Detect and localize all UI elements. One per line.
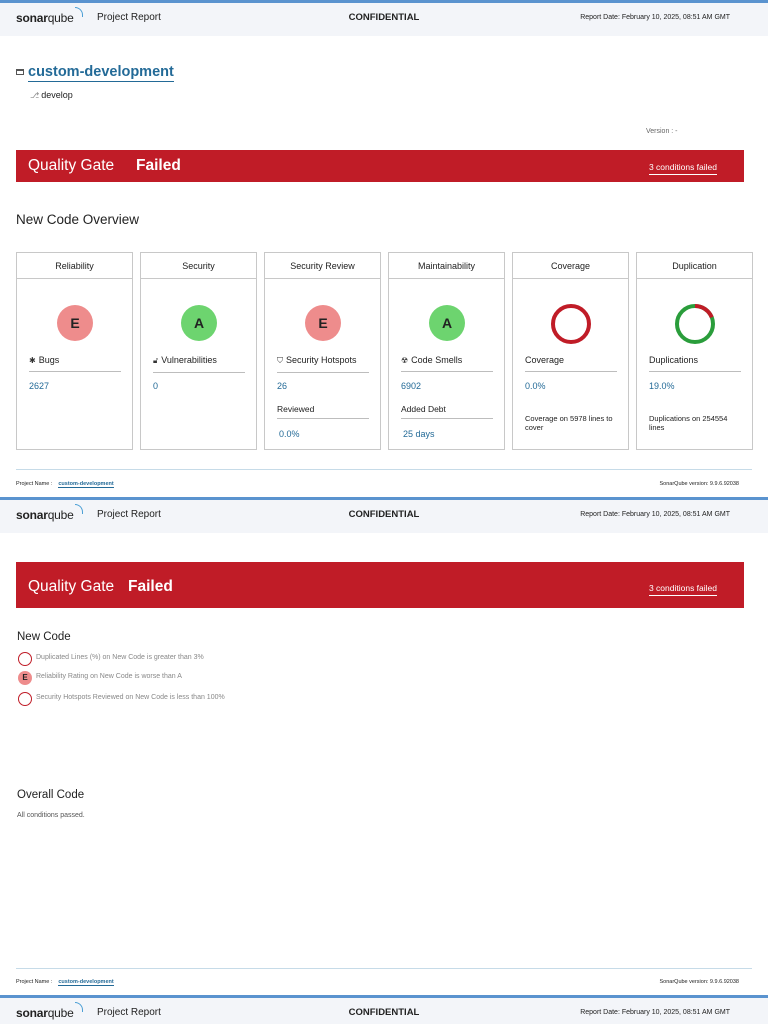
footer-version: SonarQube version: 9.9.6.92038 — [659, 979, 739, 985]
branch-name: ⎇ develop — [30, 90, 73, 100]
quality-gate-banner: Quality Gate Failed 3 conditions failed — [16, 562, 744, 608]
failed-ring-icon — [18, 652, 32, 666]
reviewed-label: Reviewed — [277, 404, 369, 419]
project-icon — [16, 69, 24, 75]
lock-icon: 🔓︎ — [153, 356, 159, 365]
duplications-value[interactable]: 19.0% — [649, 381, 675, 391]
branch-icon: ⎇ — [30, 91, 40, 100]
footer-project: Project Name : custom-development — [16, 979, 114, 986]
footer-project: Project Name : custom-development — [16, 481, 114, 488]
report-date: Report Date: February 10, 2025, 08:51 AM… — [580, 1009, 730, 1016]
shield-icon: ⛉ — [277, 356, 283, 365]
footer-project-link[interactable]: custom-development — [58, 481, 114, 488]
security-review-card: Security Review E ⛉ Security Hotspots 26 … — [264, 252, 381, 450]
coverage-remaining-arc — [551, 304, 591, 344]
maintainability-card: Maintainability A ☢︎ Code Smells 6902 Add… — [388, 252, 505, 450]
vulnerabilities-value[interactable]: 0 — [153, 381, 158, 391]
overall-code-status: All conditions passed. — [17, 812, 85, 819]
coverage-value[interactable]: 0.0% — [525, 381, 546, 391]
code-smells-value[interactable]: 6902 — [401, 381, 421, 391]
new-code-title: New Code — [17, 631, 71, 643]
report-header: sonarqube Project Report CONFIDENTIAL Re… — [0, 998, 768, 1024]
new-code-overview-title: New Code Overview — [16, 212, 140, 227]
metric-label: ✱ Bugs — [29, 355, 121, 372]
metric-label: ⛉ Security Hotspots — [277, 355, 369, 373]
condition-text: Reliability Rating on New Code is worse … — [36, 673, 182, 680]
duplication-note: Duplications on 254554 lines — [649, 414, 728, 432]
footer-rule — [16, 968, 752, 969]
hotspots-value[interactable]: 26 — [277, 381, 287, 391]
bug-icon: ✱ — [29, 356, 36, 365]
rating-badge: E — [305, 305, 341, 341]
condition-text: Duplicated Lines (%) on New Code is grea… — [36, 654, 204, 661]
rating-badge: A — [429, 305, 465, 341]
version-label: Version : - — [646, 128, 678, 135]
quality-gate-label: Quality Gate — [28, 578, 115, 595]
card-title: Coverage — [513, 253, 628, 279]
failed-ring-icon — [18, 692, 32, 706]
report-date: Report Date: February 10, 2025, 08:51 AM… — [580, 14, 730, 21]
card-title: Security Review — [265, 253, 380, 279]
footer-project-link[interactable]: custom-development — [58, 979, 114, 986]
security-card: Security A 🔓︎ Vulnerabilities 0 — [140, 252, 257, 450]
bugs-value[interactable]: 2627 — [29, 381, 49, 391]
reviewed-value[interactable]: 0.0% — [279, 429, 300, 439]
quality-gate-banner: Quality Gate Failed 3 conditions failed — [16, 150, 744, 182]
quality-gate-label: Quality Gate — [28, 157, 115, 174]
metric-label: Duplications — [649, 355, 741, 372]
footer-version: SonarQube version: 9.9.6.92038 — [659, 481, 739, 487]
condition-text: Security Hotspots Reviewed on New Code i… — [36, 694, 225, 701]
smell-icon: ☢︎ — [401, 356, 409, 365]
added-debt-label: Added Debt — [401, 404, 493, 419]
rating-badge: A — [181, 305, 217, 341]
duplication-donut — [675, 304, 715, 344]
conditions-failed-link[interactable]: 3 conditions failed — [648, 162, 717, 175]
footer-rule — [16, 469, 752, 470]
project-title[interactable]: custom-development — [16, 64, 174, 82]
coverage-donut — [551, 304, 591, 344]
card-title: Reliability — [17, 253, 132, 279]
metric-label: Coverage — [525, 355, 617, 372]
metric-label: ☢︎ Code Smells — [401, 355, 493, 372]
coverage-note: Coverage on 5978 lines to cover — [525, 414, 613, 432]
report-header: sonarqube Project Report CONFIDENTIAL Re… — [0, 3, 768, 36]
report-header: sonarqube Project Report CONFIDENTIAL Re… — [0, 500, 768, 533]
rating-e-icon: E — [18, 671, 32, 685]
overall-code-title: Overall Code — [17, 789, 85, 801]
reliability-card: Reliability E ✱ Bugs 2627 — [16, 252, 133, 450]
rating-badge: E — [57, 305, 93, 341]
duplication-card: Duplication Duplications 19.0% Duplicati… — [636, 252, 753, 450]
card-title: Maintainability — [389, 253, 504, 279]
card-title: Duplication — [637, 253, 752, 279]
added-debt-value[interactable]: 25 days — [403, 429, 435, 439]
quality-gate-status: Failed — [128, 578, 173, 595]
coverage-card: Coverage Coverage 0.0% Coverage on 5978 … — [512, 252, 629, 450]
quality-gate-status: Failed — [136, 157, 181, 174]
metric-label: 🔓︎ Vulnerabilities — [153, 355, 245, 373]
conditions-failed-link[interactable]: 3 conditions failed — [648, 583, 717, 596]
card-title: Security — [141, 253, 256, 279]
report-date: Report Date: February 10, 2025, 08:51 AM… — [580, 511, 730, 518]
